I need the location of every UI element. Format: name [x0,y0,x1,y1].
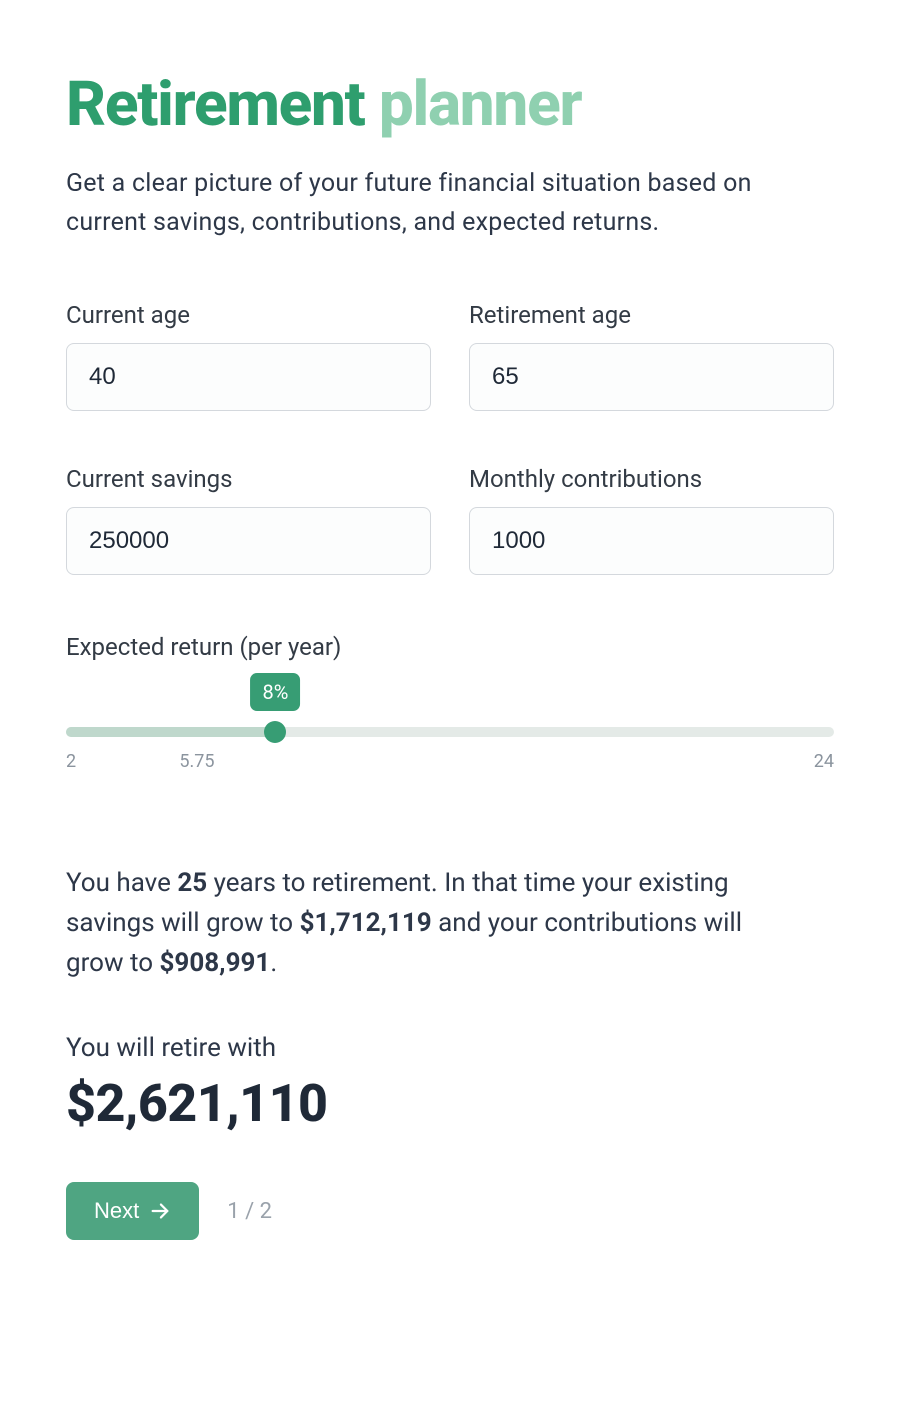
slider-tick-mid: 5.75 [179,751,214,772]
field-current-savings: Current savings [66,465,431,575]
summary-years: 25 [177,868,207,898]
slider-track-fill [66,727,275,737]
page-indicator: 1 / 2 [227,1199,272,1224]
slider-value-badge: 8% [251,673,301,711]
label-monthly-contributions: Monthly contributions [469,465,834,493]
slider-expected-return[interactable]: 8% 2 5.75 24 [66,671,834,767]
label-current-savings: Current savings [66,465,431,493]
summary-end: . [270,948,277,978]
retire-label: You will retire with [66,1033,834,1063]
label-retirement-age: Retirement age [469,301,834,329]
page-subtitle: Get a clear picture of your future finan… [66,165,806,243]
field-expected-return: Expected return (per year) 8% 2 5.75 24 [66,633,834,767]
input-retirement-age[interactable] [469,343,834,411]
label-expected-return: Expected return (per year) [66,633,834,661]
input-current-savings[interactable] [66,507,431,575]
field-current-age: Current age [66,301,431,411]
summary-contrib-grow: $908,991 [160,948,271,978]
summary-pre: You have [66,868,177,898]
title-word-2: planner [379,68,582,141]
field-retirement-age: Retirement age [469,301,834,411]
retire-value: $2,621,110 [66,1073,834,1134]
slider-tick-max: 24 [814,751,834,772]
label-current-age: Current age [66,301,431,329]
input-current-age[interactable] [66,343,431,411]
summary-text: You have 25 years to retirement. In that… [66,863,806,984]
slider-thumb[interactable] [264,721,286,743]
title-word-1: Retirement [66,68,365,141]
summary-savings-grow: $1,712,119 [300,908,432,938]
field-monthly-contributions: Monthly contributions [469,465,834,575]
input-monthly-contributions[interactable] [469,507,834,575]
page-title: Retirement planner [66,72,834,137]
slider-tick-min: 2 [66,751,76,772]
arrow-right-icon [149,1200,171,1222]
next-button-label: Next [94,1198,139,1224]
next-button[interactable]: Next [66,1182,199,1240]
